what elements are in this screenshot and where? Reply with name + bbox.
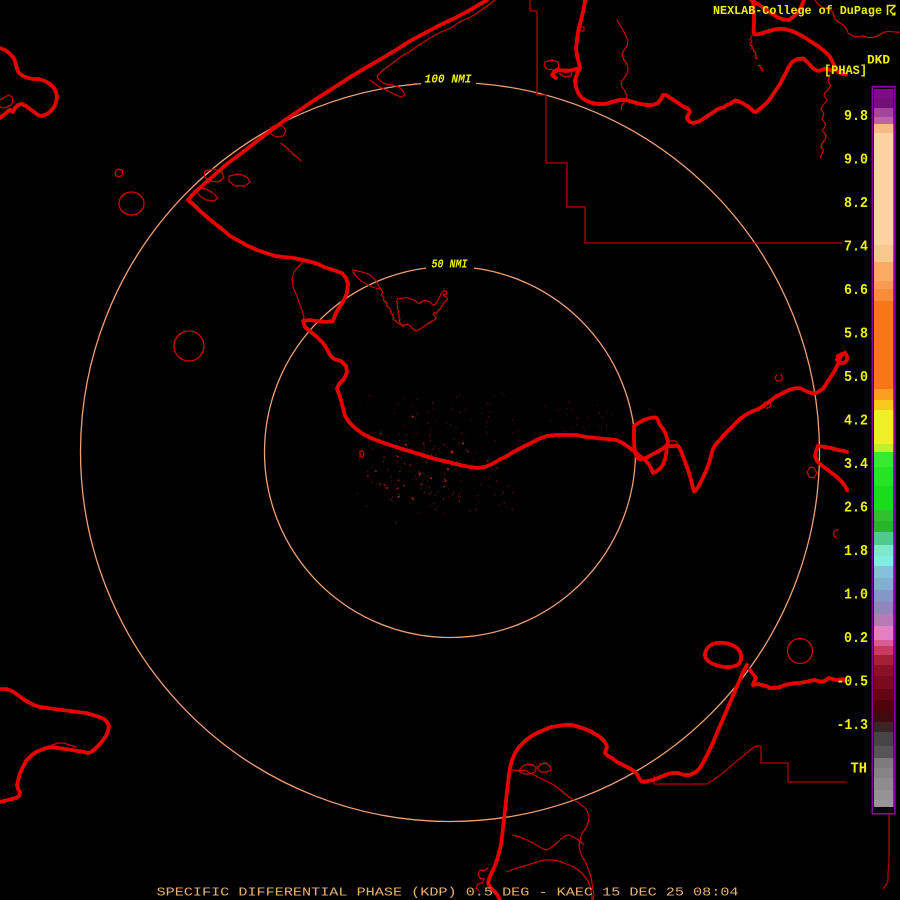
svg-text:SPECIFIC DIFFERENTIAL PHASE (K: SPECIFIC DIFFERENTIAL PHASE (KDP) 0.5 DE… [157,887,739,900]
svg-text:TH: TH [851,760,868,777]
svg-text:DKD: DKD [867,53,890,68]
svg-text:NEXLAB-College of DuPage: NEXLAB-College of DuPage [713,5,882,18]
svg-text:8.2: 8.2 [844,195,868,212]
svg-text:2.6: 2.6 [844,499,868,516]
svg-text:[PHAS]: [PHAS] [824,64,867,78]
svg-text:9.8: 9.8 [844,108,868,125]
svg-text:5.8: 5.8 [844,325,868,342]
svg-text:7.4: 7.4 [844,238,868,255]
svg-text:0.2: 0.2 [844,630,868,647]
svg-text:-0.5: -0.5 [837,673,869,690]
svg-text:9.0: 9.0 [844,151,868,168]
svg-text:-1.3: -1.3 [837,717,869,734]
svg-text:50 NMI: 50 NMI [432,259,468,272]
svg-text:3.4: 3.4 [844,456,868,473]
svg-text:1.0: 1.0 [844,586,868,603]
svg-text:4.2: 4.2 [844,412,868,429]
svg-text:100 NMI: 100 NMI [425,74,472,87]
svg-text:6.6: 6.6 [844,282,868,299]
svg-text:5.0: 5.0 [844,369,868,386]
svg-text:1.8: 1.8 [844,543,868,560]
